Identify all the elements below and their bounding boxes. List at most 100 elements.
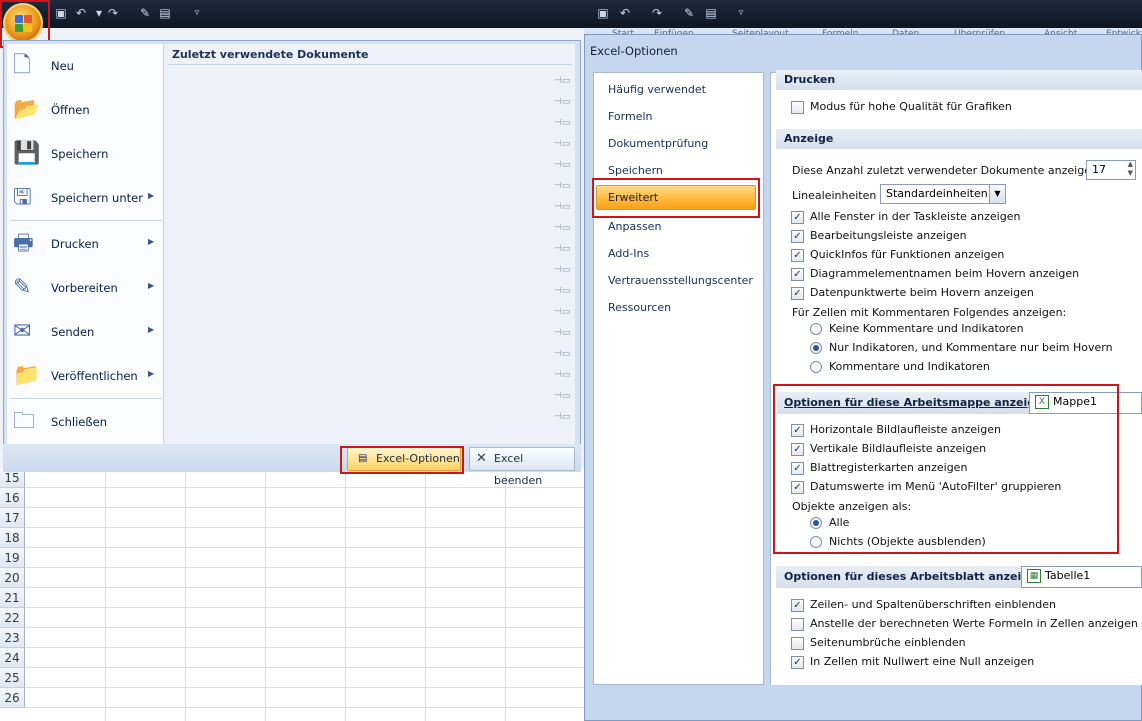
row-header[interactable]: 16 xyxy=(0,488,25,508)
worksheet-option-checkbox[interactable] xyxy=(791,637,804,650)
nav-item-anpassen[interactable]: Anpassen xyxy=(608,220,661,233)
pin-icon[interactable]: ⊣▭ xyxy=(554,202,570,212)
display-option-label: Diagrammelementnamen beim Hovern anzeige… xyxy=(810,267,1080,280)
undo-dropdown-icon[interactable]: ▾ xyxy=(92,6,106,20)
display-option-checkbox[interactable]: ✓ xyxy=(791,211,804,224)
menu-item-senden[interactable]: ✉ Senden ▶ xyxy=(7,310,164,354)
spreadsheet-grid[interactable]: 15 16 17 18 19 20 21 22 23 24 25 26 xyxy=(0,468,584,721)
row-header[interactable]: 25 xyxy=(0,668,25,688)
sheet-row[interactable] xyxy=(25,628,584,648)
undo-icon[interactable]: ↶ xyxy=(74,6,88,20)
undo-icon[interactable]: ↶ xyxy=(618,6,632,20)
customize-arrow-icon[interactable]: ▿ xyxy=(190,6,204,20)
menu-item-label: Senden xyxy=(51,325,95,339)
pin-icon[interactable]: ⊣▭ xyxy=(554,286,570,296)
sheet-row[interactable] xyxy=(25,608,584,628)
pin-icon[interactable]: ⊣▭ xyxy=(554,181,570,191)
save-icon[interactable]: ▣ xyxy=(596,6,610,20)
pin-icon[interactable]: ⊣▭ xyxy=(554,223,570,233)
row-header[interactable]: 22 xyxy=(0,608,25,628)
worksheet-option-checkbox[interactable]: ✓ xyxy=(791,656,804,669)
open-folder-icon: 📂 xyxy=(13,97,41,122)
pin-icon[interactable]: ⊣▭ xyxy=(554,370,570,380)
nav-item-vertrauensstellungscenter[interactable]: Vertrauensstellungscenter xyxy=(608,274,753,287)
pin-icon[interactable]: ⊣▭ xyxy=(554,76,570,86)
menu-item-schliessen[interactable]: 🗀 Schließen xyxy=(7,400,164,444)
row-header[interactable]: 24 xyxy=(0,648,25,668)
pin-icon[interactable]: ⊣▭ xyxy=(554,118,570,128)
pin-icon[interactable]: ⊣▭ xyxy=(554,412,570,422)
sheet-row[interactable] xyxy=(25,528,584,548)
sheet-row[interactable] xyxy=(25,548,584,568)
display-option-checkbox[interactable]: ✓ xyxy=(791,268,804,281)
pin-icon[interactable]: ⊣▭ xyxy=(554,265,570,275)
row-header[interactable]: 21 xyxy=(0,588,25,608)
quick-access-toolbar-right xyxy=(584,0,1142,28)
spinner-arrows-icon[interactable]: ▲ ▼ xyxy=(1128,160,1133,178)
comments-option-radio[interactable] xyxy=(810,361,822,373)
pin-icon[interactable]: ⊣▭ xyxy=(554,391,570,401)
menu-item-label: Veröffentlichen xyxy=(51,369,138,383)
sheet-row[interactable] xyxy=(25,648,584,668)
save-icon[interactable]: ▣ xyxy=(54,6,68,20)
recent-documents-title: Zuletzt verwendete Dokumente xyxy=(172,48,369,61)
worksheet-option-checkbox[interactable] xyxy=(791,618,804,631)
display-option-checkbox[interactable]: ✓ xyxy=(791,287,804,300)
print-preview-icon[interactable]: ▤ xyxy=(704,6,718,20)
format-painter-icon[interactable]: ✎ xyxy=(682,6,696,20)
menu-item-speichern[interactable]: 💾 Speichern xyxy=(7,132,164,176)
worksheet-selector[interactable]: ▦ Tabelle1 xyxy=(1021,566,1142,588)
sheet-row[interactable] xyxy=(25,588,584,608)
nav-item-speichern[interactable]: Speichern xyxy=(608,164,663,177)
menu-item-veroeffentlichen[interactable]: 📁 Veröffentlichen ▶ xyxy=(7,354,164,398)
submenu-arrow-icon: ▶ xyxy=(148,191,155,200)
row-header[interactable]: 18 xyxy=(0,528,25,548)
column-gridline xyxy=(105,468,106,721)
menu-separator xyxy=(10,220,162,221)
recent-docs-spinner[interactable]: 17 ▲ ▼ xyxy=(1086,160,1136,180)
pin-icon[interactable]: ⊣▭ xyxy=(554,307,570,317)
row-header[interactable]: 23 xyxy=(0,628,25,648)
worksheet-option-checkbox[interactable]: ✓ xyxy=(791,599,804,612)
nav-item-ressourcen[interactable]: Ressourcen xyxy=(608,301,671,314)
display-option-label: Bearbeitungsleiste anzeigen xyxy=(810,229,967,242)
pin-icon[interactable]: ⊣▭ xyxy=(554,244,570,254)
nav-item-dokumentprüfung[interactable]: Dokumentprüfung xyxy=(608,137,708,150)
menu-item-speichern-unter[interactable]: 🖫 Speichern unter ▶ xyxy=(7,176,164,220)
menu-item-vorbereiten[interactable]: ✎ Vorbereiten ▶ xyxy=(7,266,164,310)
sheet-row[interactable] xyxy=(25,568,584,588)
row-header[interactable]: 26 xyxy=(0,688,25,708)
pin-icon[interactable]: ⊣▭ xyxy=(554,97,570,107)
sheet-row[interactable] xyxy=(25,508,584,528)
ruler-units-dropdown[interactable]: Standardeinheiten ▼ xyxy=(880,184,1006,204)
redo-icon[interactable]: ↷ xyxy=(106,6,120,20)
display-option-checkbox[interactable]: ✓ xyxy=(791,249,804,262)
row-header[interactable]: 20 xyxy=(0,568,25,588)
comments-option-radio[interactable] xyxy=(810,342,822,354)
row-header[interactable]: 17 xyxy=(0,508,25,528)
nav-item-formeln[interactable]: Formeln xyxy=(608,110,653,123)
pin-icon[interactable]: ⊣▭ xyxy=(554,139,570,149)
exit-excel-label: Excel beenden xyxy=(494,452,543,487)
exit-excel-button[interactable]: ✕ Excel beenden xyxy=(469,447,575,487)
menu-item-label: Öffnen xyxy=(51,103,90,117)
print-preview-icon[interactable]: ▤ xyxy=(158,6,172,20)
customize-arrow-icon[interactable]: ▿ xyxy=(734,6,748,20)
display-option-checkbox[interactable]: ✓ xyxy=(791,230,804,243)
sheet-row[interactable] xyxy=(25,688,584,708)
pin-icon[interactable]: ⊣▭ xyxy=(554,160,570,170)
row-header[interactable]: 19 xyxy=(0,548,25,568)
comments-option-radio[interactable] xyxy=(810,323,822,335)
nav-item-häufig-verwendet[interactable]: Häufig verwendet xyxy=(608,83,706,96)
high-quality-checkbox[interactable] xyxy=(791,101,804,114)
format-painter-icon[interactable]: ✎ xyxy=(138,6,152,20)
redo-icon[interactable]: ↷ xyxy=(650,6,664,20)
pin-icon[interactable]: ⊣▭ xyxy=(554,349,570,359)
menu-item-drucken[interactable]: 🖶 Drucken ▶ xyxy=(7,222,164,266)
sheet-row[interactable] xyxy=(25,668,584,688)
nav-item-add-ins[interactable]: Add-Ins xyxy=(608,247,649,260)
menu-item-oeffnen[interactable]: 📂 Öffnen xyxy=(7,88,164,132)
menu-item-neu[interactable]: 🗋 Neu xyxy=(7,44,164,88)
pin-icon[interactable]: ⊣▭ xyxy=(554,328,570,338)
comments-option-label: Nur Indikatoren, und Kommentare nur beim… xyxy=(829,341,1113,354)
